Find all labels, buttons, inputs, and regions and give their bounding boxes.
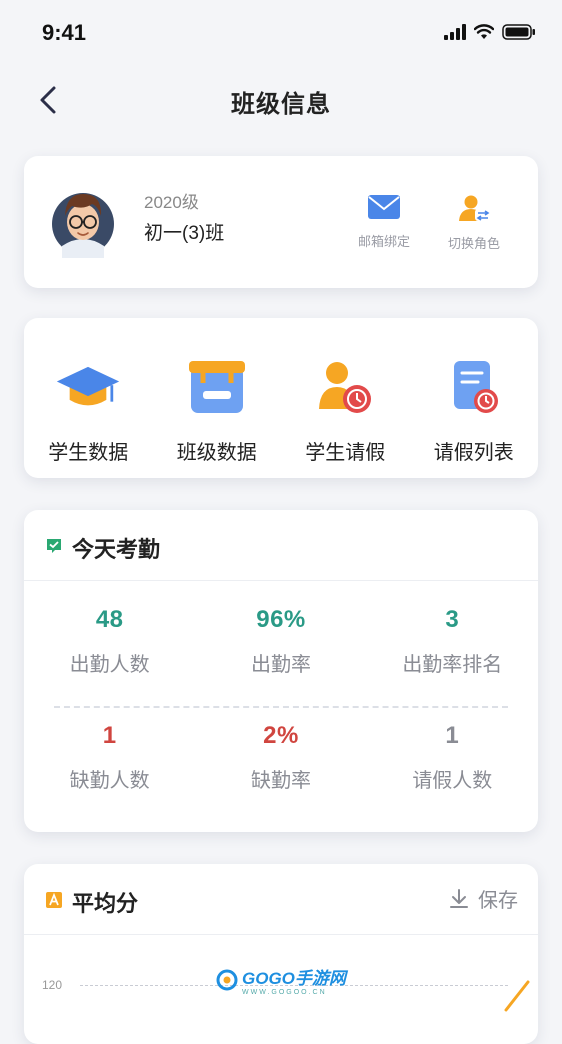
watermark-logo-icon xyxy=(216,969,238,991)
signal-icon xyxy=(444,24,466,40)
battery-icon xyxy=(502,24,535,40)
attendance-title: 今天考勤 xyxy=(72,537,161,562)
watermark: GOGO手游网 WWW.GOGOO.CN xyxy=(216,964,346,996)
class-name: 初一(3)班 xyxy=(144,223,225,244)
attendance-card: 今天考勤 48 出勤人数 96% 出勤率 3 出勤率排名 1 缺勤人数 2% 缺… xyxy=(24,510,538,832)
menu-leave-list-label: 请假列表 xyxy=(433,442,514,464)
stat-label: 出勤率排名 xyxy=(402,654,503,676)
stat-value: 1 xyxy=(102,722,117,749)
check-chat-icon xyxy=(47,539,61,553)
attendance-stats: 48 出勤人数 96% 出勤率 3 出勤率排名 1 缺勤人数 2% 缺勤率 1 … xyxy=(24,606,538,814)
quick-menu-card: 学生数据 班级数据 学生请假 请假列表 xyxy=(24,318,538,478)
mail-binding-label: 邮箱绑定 xyxy=(357,234,410,249)
stat-leave-count: 1 请假人数 xyxy=(367,722,538,814)
stat-label: 缺勤人数 xyxy=(69,770,150,792)
average-score-card: 平均分 保存 120 xyxy=(24,864,538,1044)
watermark-sub: WWW.GOGOO.CN xyxy=(242,989,327,996)
attendance-header: 今天考勤 xyxy=(24,510,538,581)
download-icon xyxy=(450,888,468,908)
graduation-cap-icon xyxy=(57,366,120,406)
nav-bar: 班级信息 xyxy=(0,70,562,130)
leave-list-icon xyxy=(453,361,498,413)
save-label: 保存 xyxy=(478,890,518,912)
switch-role-label: 切换角色 xyxy=(447,236,500,251)
menu-class-data[interactable]: 班级数据 xyxy=(153,318,282,478)
grade-label: 2020级 xyxy=(144,193,199,212)
stat-absent-rate: 2% 缺勤率 xyxy=(195,722,366,814)
stat-label: 请假人数 xyxy=(412,770,493,792)
letter-a-icon xyxy=(46,892,62,908)
average-title: 平均分 xyxy=(72,891,139,916)
save-button[interactable]: 保存 xyxy=(448,884,518,913)
page-title: 班级信息 xyxy=(231,91,331,118)
menu-student-leave[interactable]: 学生请假 xyxy=(281,318,410,478)
stat-label: 出勤率 xyxy=(250,654,311,676)
mail-icon xyxy=(368,195,400,219)
teacher-avatar xyxy=(52,193,114,258)
y-tick-label: 120 xyxy=(42,978,63,992)
stat-label: 缺勤率 xyxy=(250,770,311,792)
menu-student-data-label: 学生数据 xyxy=(48,442,129,464)
watermark-text: GOGO手游网 xyxy=(242,969,346,988)
menu-class-data-label: 班级数据 xyxy=(176,442,257,464)
stat-value: 48 xyxy=(95,606,124,633)
dashed-divider xyxy=(54,706,508,708)
stat-rate-ranking: 3 出勤率排名 xyxy=(367,606,538,698)
menu-leave-list[interactable]: 请假列表 xyxy=(410,318,539,478)
wifi-icon xyxy=(474,24,494,39)
stat-absent-count: 1 缺勤人数 xyxy=(24,722,195,814)
switch-user-icon xyxy=(459,195,490,221)
stat-value: 2% xyxy=(263,722,299,749)
stat-present-count: 48 出勤人数 xyxy=(24,606,195,698)
menu-student-data[interactable]: 学生数据 xyxy=(24,318,153,478)
class-profile-card: 2020级 初一(3)班 邮箱绑定 切换角色 xyxy=(24,156,538,288)
status-time: 9:41 xyxy=(42,20,87,45)
class-box-icon xyxy=(188,361,245,413)
status-icons xyxy=(444,24,536,40)
average-header: 平均分 保存 xyxy=(24,864,538,935)
stat-value: 3 xyxy=(445,606,460,633)
stat-present-rate: 96% 出勤率 xyxy=(195,606,366,698)
stat-value: 1 xyxy=(445,722,460,749)
switch-role-button[interactable]: 切换角色 xyxy=(434,194,514,252)
stat-value: 96% xyxy=(256,606,306,633)
trend-line xyxy=(504,980,530,1012)
menu-student-leave-label: 学生请假 xyxy=(305,442,386,464)
status-bar: 9:41 xyxy=(0,0,562,64)
mail-binding-button[interactable]: 邮箱绑定 xyxy=(344,194,424,250)
student-leave-icon xyxy=(319,362,372,413)
stat-label: 出勤人数 xyxy=(69,654,150,676)
